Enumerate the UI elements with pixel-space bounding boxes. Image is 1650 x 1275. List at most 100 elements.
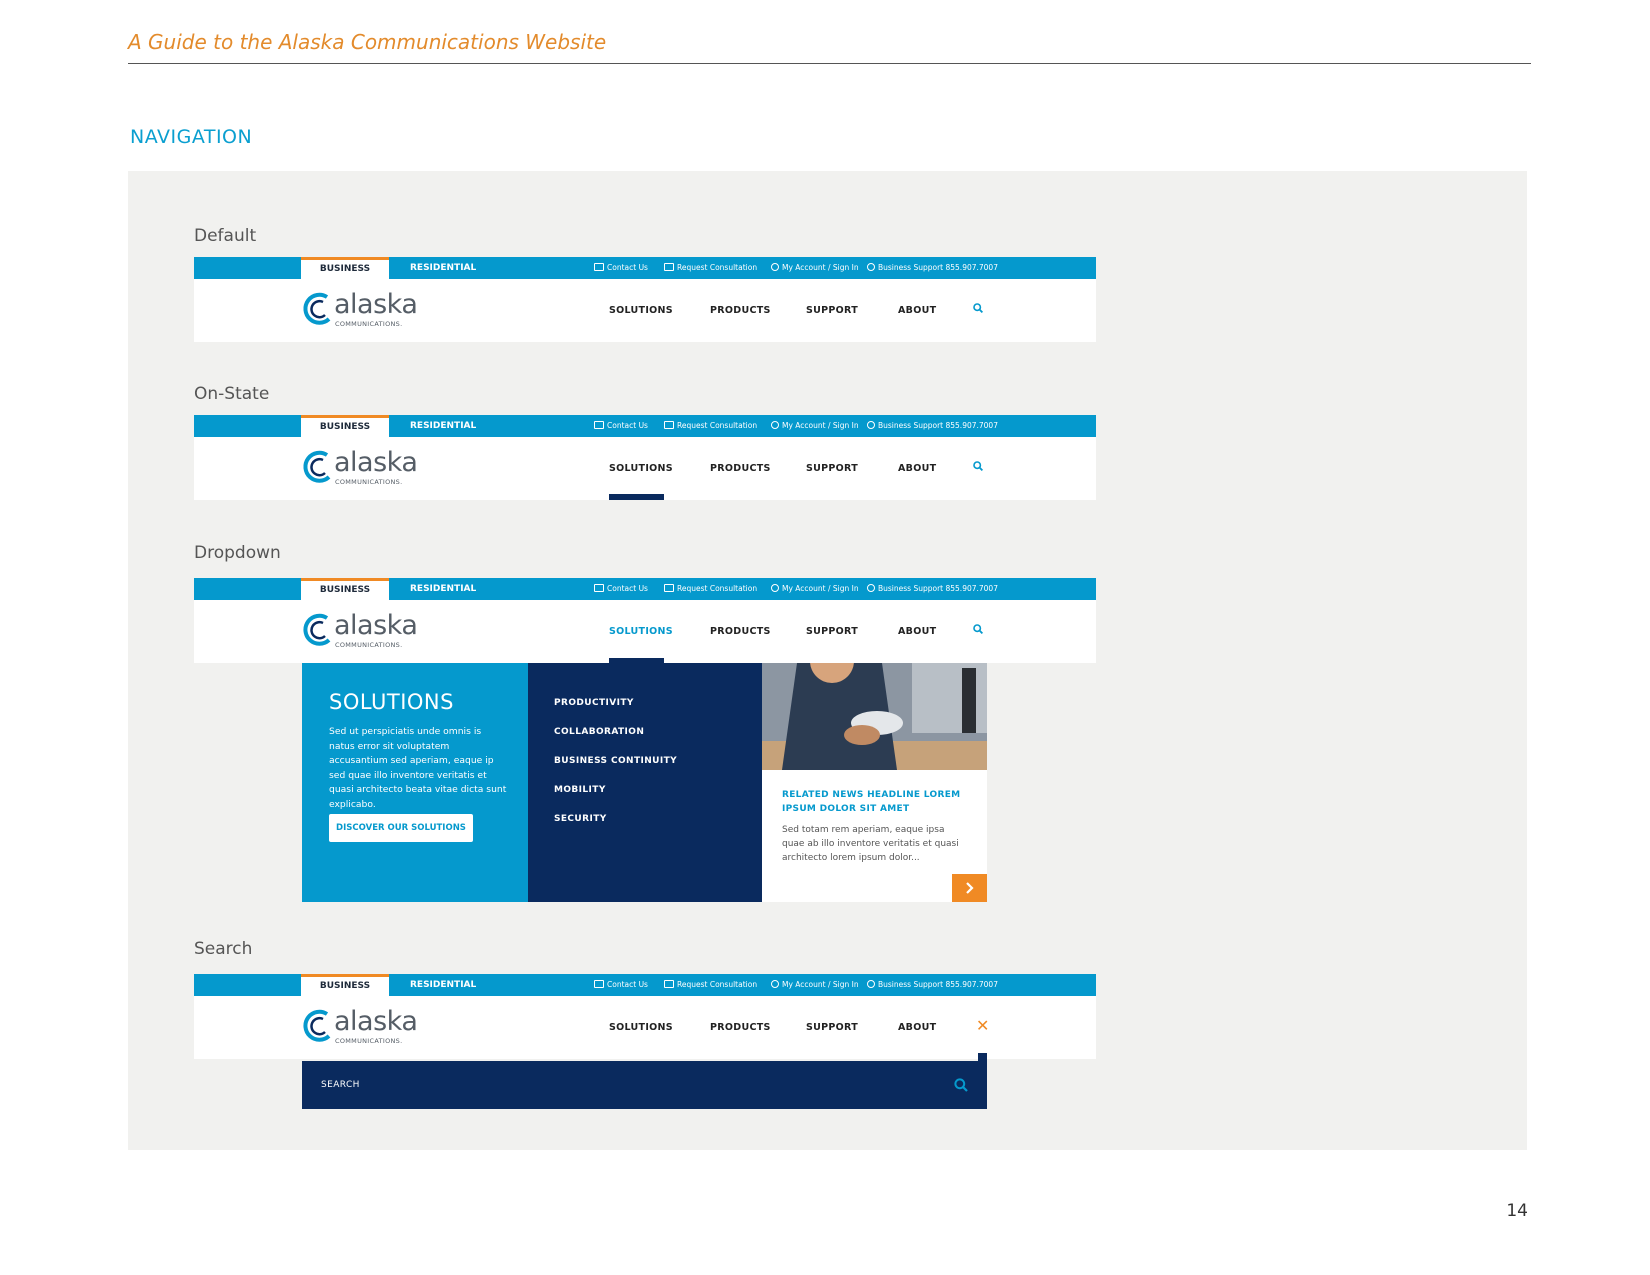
user-icon: [771, 584, 779, 592]
logo-word: alaska: [334, 610, 418, 641]
alaska-logo[interactable]: alaska COMMUNICATIONS.: [301, 610, 421, 654]
consultation-label: Request Consultation: [677, 980, 758, 989]
chat-icon: [664, 584, 674, 592]
tab-business[interactable]: BUSINESS: [301, 257, 389, 279]
nav-about[interactable]: ABOUT: [898, 996, 936, 1059]
contact-link[interactable]: Contact Us: [594, 415, 648, 437]
chat-icon: [664, 263, 674, 271]
account-link[interactable]: My Account / Sign In: [771, 578, 859, 600]
dropdown-item-security[interactable]: SECURITY: [554, 814, 607, 824]
contact-label: Contact Us: [607, 421, 648, 430]
nav-about[interactable]: ABOUT: [898, 600, 936, 663]
support-phone-link[interactable]: Business Support 855.907.7007: [867, 415, 998, 437]
mail-icon: [594, 980, 604, 988]
search-icon[interactable]: [973, 624, 983, 634]
chat-icon: [664, 980, 674, 988]
contact-label: Contact Us: [607, 584, 648, 593]
variant-label-on-state: On-State: [194, 384, 270, 404]
consultation-link[interactable]: Request Consultation: [664, 974, 757, 996]
contact-link[interactable]: Contact Us: [594, 974, 648, 996]
tab-residential[interactable]: RESIDENTIAL: [410, 415, 476, 437]
support-phone-link[interactable]: Business Support 855.907.7007: [867, 578, 998, 600]
phone-icon: [867, 980, 875, 988]
support-phone-label: Business Support 855.907.7007: [878, 263, 998, 272]
nav-products[interactable]: PRODUCTS: [710, 279, 771, 342]
account-label: My Account / Sign In: [782, 980, 859, 989]
contact-label: Contact Us: [607, 263, 648, 272]
nav-mock-search: BUSINESS RESIDENTIAL Contact Us Request …: [194, 974, 1096, 1059]
main-nav-bar: alaska COMMUNICATIONS. SOLUTIONS PRODUCT…: [194, 996, 1096, 1059]
consultation-label: Request Consultation: [677, 421, 758, 430]
active-underline: [609, 494, 664, 500]
search-submit-icon[interactable]: [954, 1078, 968, 1092]
user-icon: [771, 980, 779, 988]
tab-residential[interactable]: RESIDENTIAL: [410, 974, 476, 996]
section-title: NAVIGATION: [130, 126, 253, 148]
dropdown-item-productivity[interactable]: PRODUCTIVITY: [554, 698, 634, 708]
logo-sub: COMMUNICATIONS.: [335, 1037, 403, 1045]
nav-solutions[interactable]: SOLUTIONS: [609, 437, 673, 500]
consultation-link[interactable]: Request Consultation: [664, 578, 757, 600]
solutions-dropdown: SOLUTIONS Sed ut perspiciatis unde omnis…: [302, 663, 987, 902]
tab-business[interactable]: BUSINESS: [301, 974, 389, 996]
support-phone-link[interactable]: Business Support 855.907.7007: [867, 257, 998, 279]
support-phone-label: Business Support 855.907.7007: [878, 421, 998, 430]
account-link[interactable]: My Account / Sign In: [771, 974, 859, 996]
news-photo: [762, 663, 987, 770]
account-link[interactable]: My Account / Sign In: [771, 415, 859, 437]
alaska-logo[interactable]: alaska COMMUNICATIONS.: [301, 1006, 421, 1050]
tab-business[interactable]: BUSINESS: [301, 578, 389, 600]
nav-products[interactable]: PRODUCTS: [710, 437, 771, 500]
nav-support[interactable]: SUPPORT: [806, 600, 858, 663]
nav-support[interactable]: SUPPORT: [806, 996, 858, 1059]
account-label: My Account / Sign In: [782, 263, 859, 272]
account-link[interactable]: My Account / Sign In: [771, 257, 859, 279]
consultation-link[interactable]: Request Consultation: [664, 415, 757, 437]
tab-business[interactable]: BUSINESS: [301, 415, 389, 437]
related-news-card: RELATED NEWS HEADLINE LOREM IPSUM DOLOR …: [762, 663, 987, 902]
nav-mock-default: BUSINESS RESIDENTIAL Contact Us Request …: [194, 257, 1096, 342]
news-headline[interactable]: RELATED NEWS HEADLINE LOREM IPSUM DOLOR …: [782, 788, 967, 816]
news-next-button[interactable]: [952, 874, 987, 902]
dropdown-item-mobility[interactable]: MOBILITY: [554, 785, 606, 795]
tab-residential[interactable]: RESIDENTIAL: [410, 257, 476, 279]
nav-support[interactable]: SUPPORT: [806, 279, 858, 342]
logo-swirl-icon: [303, 292, 331, 325]
contact-link[interactable]: Contact Us: [594, 578, 648, 600]
logo-word: alaska: [334, 289, 418, 320]
logo-word: alaska: [334, 447, 418, 478]
nav-solutions[interactable]: SOLUTIONS: [609, 600, 673, 663]
contact-link[interactable]: Contact Us: [594, 257, 648, 279]
nav-products[interactable]: PRODUCTS: [710, 600, 771, 663]
nav-about[interactable]: ABOUT: [898, 437, 936, 500]
logo-sub: COMMUNICATIONS.: [335, 320, 403, 328]
close-icon[interactable]: ✕: [976, 1018, 989, 1034]
dropdown-item-business-continuity[interactable]: BUSINESS CONTINUITY: [554, 756, 677, 766]
phone-icon: [867, 421, 875, 429]
variant-label-default: Default: [194, 226, 257, 246]
main-nav-bar: alaska COMMUNICATIONS. SOLUTIONS PRODUCT…: [194, 279, 1096, 342]
nav-about[interactable]: ABOUT: [898, 279, 936, 342]
support-phone-link[interactable]: Business Support 855.907.7007: [867, 974, 998, 996]
dropdown-item-collaboration[interactable]: COLLABORATION: [554, 727, 644, 737]
nav-solutions[interactable]: SOLUTIONS: [609, 279, 673, 342]
search-icon[interactable]: [973, 303, 983, 313]
nav-solutions[interactable]: SOLUTIONS: [609, 996, 673, 1059]
alaska-logo[interactable]: alaska COMMUNICATIONS.: [301, 289, 421, 333]
mail-icon: [594, 584, 604, 592]
tab-residential[interactable]: RESIDENTIAL: [410, 578, 476, 600]
mail-icon: [594, 263, 604, 271]
nav-products[interactable]: PRODUCTS: [710, 996, 771, 1059]
nav-support[interactable]: SUPPORT: [806, 437, 858, 500]
page-number: 14: [1506, 1201, 1528, 1221]
search-input[interactable]: SEARCH: [321, 1061, 360, 1109]
phone-icon: [867, 584, 875, 592]
dropdown-intro-panel: SOLUTIONS Sed ut perspiciatis unde omnis…: [302, 663, 535, 902]
logo-sub: COMMUNICATIONS.: [335, 641, 403, 649]
search-icon[interactable]: [973, 461, 983, 471]
user-icon: [771, 421, 779, 429]
consultation-link[interactable]: Request Consultation: [664, 257, 757, 279]
alaska-logo[interactable]: alaska COMMUNICATIONS.: [301, 447, 421, 491]
variant-label-dropdown: Dropdown: [194, 543, 281, 563]
discover-solutions-button[interactable]: DISCOVER OUR SOLUTIONS: [329, 814, 473, 842]
